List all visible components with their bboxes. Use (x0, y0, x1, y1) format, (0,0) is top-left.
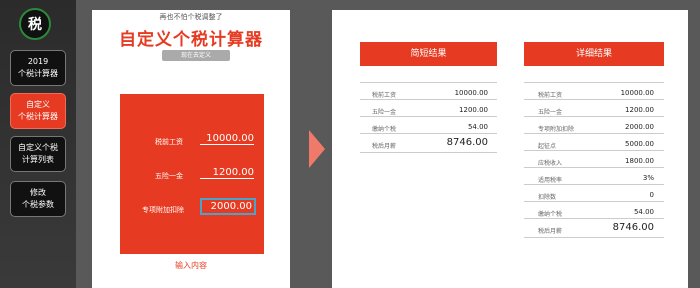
summary-value: 10000.00 (454, 89, 488, 97)
summary-label: 税后月薪 (372, 143, 397, 150)
divider (524, 237, 664, 238)
calculator-panel: 再也不怕个税调整了 自定义个税计算器 现在去定义 税前工资 10000.00 五… (92, 10, 290, 288)
summary-value: 54.00 (467, 123, 488, 131)
divider (360, 152, 497, 153)
divider (360, 116, 497, 117)
define-button[interactable]: 现在去定义 (162, 50, 230, 61)
hint-text: 再也不怕个税调整了 (159, 13, 223, 21)
nav-2019-calculator[interactable]: 2019 个税计算器 (10, 50, 66, 86)
summary-label: 缴纳个税 (372, 126, 397, 133)
detail-value: 3% (642, 174, 654, 182)
results-panel: 简短结果 税前工资 10000.00 五险一金 1200.00 缴纳个税 54.… (332, 10, 688, 288)
detail-label: 专项附加扣除 (538, 126, 575, 133)
divider (524, 99, 664, 100)
detail-label: 五险一金 (538, 109, 563, 116)
deduction-label: 专项附加扣除 (142, 206, 184, 214)
insurance-field[interactable]: 1200.00 (200, 167, 254, 179)
summary-value: 1200.00 (459, 106, 488, 114)
divider (360, 82, 497, 83)
divider (524, 82, 664, 83)
detail-value: 5000.00 (625, 140, 654, 148)
tax-logo: 税 (19, 8, 51, 40)
detail-label: 税后月薪 (538, 228, 563, 235)
divider (360, 99, 497, 100)
detail-label: 起征点 (538, 143, 557, 150)
divider (524, 218, 664, 219)
salary-label: 税前工资 (155, 138, 183, 146)
divider (524, 116, 664, 117)
detail-label: 适用税率 (538, 177, 563, 184)
nav-custom-calculator[interactable]: 自定义 个税计算器 (10, 93, 66, 129)
submit-link[interactable]: 输入内容 (92, 260, 290, 271)
summary-label: 税前工资 (372, 92, 397, 99)
detail-value: 10000.00 (620, 89, 654, 97)
summary-header: 简短结果 (360, 42, 497, 66)
divider (524, 150, 664, 151)
detail-label: 应税收入 (538, 160, 563, 167)
detail-value: 1200.00 (625, 106, 654, 114)
divider (524, 167, 664, 168)
detail-value: 54.00 (633, 208, 654, 216)
salary-field[interactable]: 10000.00 (200, 133, 254, 145)
divider (524, 184, 664, 185)
detail-value: 1800.00 (625, 157, 654, 165)
sidebar: 税 2019 个税计算器 自定义 个税计算器 自定义个税 计算列表 修改 个税参… (0, 0, 76, 288)
divider (524, 133, 664, 134)
page-title: 自定义个税计算器 (119, 30, 263, 50)
arrow-right-icon (309, 130, 325, 168)
detail-value: 2000.00 (625, 123, 654, 131)
divider (360, 133, 497, 134)
detail-header: 详细结果 (524, 42, 664, 66)
summary-label: 五险一金 (372, 109, 397, 116)
summary-net-salary: 8746.00 (446, 137, 488, 148)
input-form: 税前工资 10000.00 五险一金 1200.00 专项附加扣除 2000.0… (120, 94, 264, 254)
deduction-input[interactable]: 2000.00 (200, 198, 256, 215)
detail-label: 税前工资 (538, 92, 563, 99)
nav-edit-params[interactable]: 修改 个税参数 (10, 181, 66, 217)
detail-label: 扣除数 (538, 194, 557, 201)
detail-value: 0 (649, 191, 654, 199)
insurance-label: 五险一金 (155, 172, 183, 180)
detail-label: 缴纳个税 (538, 211, 563, 218)
nav-custom-list[interactable]: 自定义个税 计算列表 (10, 136, 66, 172)
divider (524, 201, 664, 202)
detail-net-salary: 8746.00 (612, 222, 654, 233)
